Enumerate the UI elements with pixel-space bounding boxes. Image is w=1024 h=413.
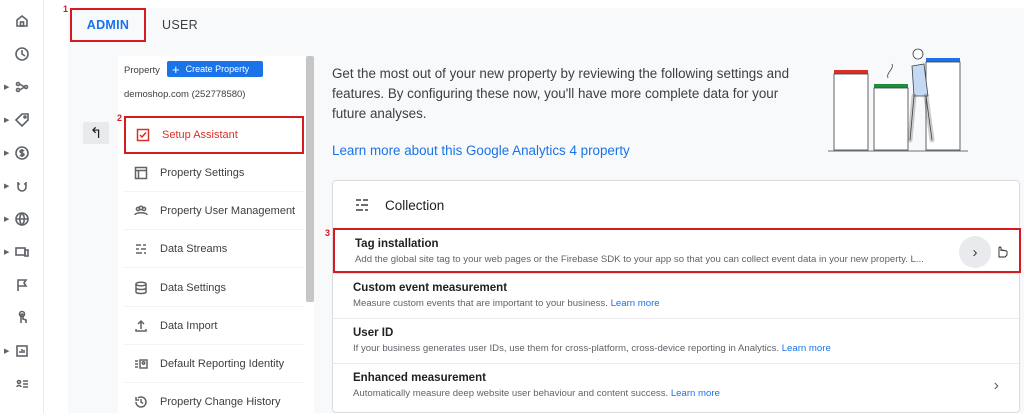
rail-acquisition[interactable]: ▶ <box>0 76 44 98</box>
row-title: User ID <box>353 327 394 339</box>
layout-icon <box>132 164 150 182</box>
main-content: Get the most out of your new property by… <box>314 42 1024 413</box>
learn-more-link[interactable]: Learn more <box>671 388 720 399</box>
nav-item-default-reporting-identity[interactable]: Default Reporting Identity <box>124 345 304 383</box>
row-title: Enhanced measurement <box>353 372 486 384</box>
rail-events[interactable] <box>0 274 44 296</box>
collection-title: Collection <box>385 197 445 213</box>
devices-icon <box>14 244 30 260</box>
rail-demographics[interactable]: ▶ <box>0 208 44 230</box>
tab-admin[interactable]: ADMIN <box>70 8 146 42</box>
tag-icon <box>14 112 30 128</box>
property-id: demoshop.com (252778580) <box>124 89 246 100</box>
share-icon <box>14 79 30 95</box>
annotation-marker-3: 3 <box>325 228 331 238</box>
rail-engagement[interactable]: ▶ <box>0 109 44 131</box>
collection-header: Collection <box>333 181 1021 229</box>
nav-item-label: Data Streams <box>160 242 228 255</box>
property-nav-panel: Property + Create Property demoshop.com … <box>118 56 314 413</box>
nav-item-property-user-management[interactable]: Property User Management <box>124 192 304 230</box>
nav-item-label: Data Import <box>160 319 218 332</box>
nav-scrollbar[interactable] <box>306 56 314 302</box>
rail-library[interactable]: ▶ <box>0 340 44 362</box>
chevron-right-icon[interactable]: › <box>959 236 991 268</box>
row-description: If your business generates user IDs, use… <box>353 343 831 354</box>
expand-caret-icon: ▶ <box>4 84 10 91</box>
annotation-marker-1: 1 <box>63 4 69 14</box>
rail-monetization[interactable]: ▶ <box>0 142 44 164</box>
rail-home[interactable] <box>0 10 44 32</box>
chevron-right-icon[interactable]: › <box>994 377 999 395</box>
dollar-icon <box>14 145 30 161</box>
magnet-icon <box>14 178 30 194</box>
database-icon <box>132 279 150 297</box>
row-custom-event-measurement[interactable]: Custom event measurement Measure custom … <box>333 273 1021 318</box>
property-label: Property <box>124 65 160 76</box>
nav-item-label: Data Settings <box>160 281 227 294</box>
learn-more-link[interactable]: Learn more <box>611 298 660 309</box>
rail-conversions[interactable] <box>0 307 44 329</box>
nav-item-label: Property Change History <box>160 395 281 408</box>
learn-more-property-link[interactable]: Learn more about this Google Analytics 4… <box>332 143 630 158</box>
rail-explore[interactable] <box>0 373 44 395</box>
row-enhanced-measurement[interactable]: Enhanced measurement Automatically measu… <box>333 363 1021 408</box>
rail-realtime[interactable] <box>0 43 44 65</box>
home-icon <box>14 13 30 29</box>
expand-caret-icon: ▶ <box>4 249 10 256</box>
nav-item-label: Property Settings <box>160 166 245 179</box>
upload-icon <box>132 317 150 335</box>
plus-icon: + <box>172 61 180 77</box>
expand-caret-icon: ▶ <box>4 216 10 223</box>
row-description: Automatically measure deep website user … <box>353 388 720 399</box>
back-arrow-icon: ↰ <box>89 125 103 142</box>
globe-icon <box>14 211 30 227</box>
rail-retention[interactable]: ▶ <box>0 175 44 197</box>
row-description: Measure custom events that are important… <box>353 298 660 309</box>
expand-caret-icon: ▶ <box>4 117 10 124</box>
row-title: Custom event measurement <box>353 282 508 294</box>
create-property-button[interactable]: + Create Property <box>167 61 263 77</box>
streams-icon <box>132 240 150 258</box>
nav-item-data-import[interactable]: Data Import <box>124 307 304 345</box>
nav-item-label: Property User Management <box>160 204 296 217</box>
back-button[interactable]: ↰ <box>83 122 109 144</box>
annotation-marker-2: 2 <box>117 113 123 123</box>
history-icon <box>132 393 150 411</box>
hand-cursor-icon <box>998 246 1008 258</box>
row-description: Add the global site tag to your web page… <box>355 254 924 265</box>
top-tab-bar: ADMIN USER <box>68 8 1024 42</box>
row-title: Tag installation <box>355 238 439 250</box>
expand-caret-icon: ▶ <box>4 150 10 157</box>
reports-icon <box>14 343 30 359</box>
identity-icon <box>132 355 150 373</box>
setup-illustration <box>828 48 968 152</box>
nav-item-data-streams[interactable]: Data Streams <box>124 230 304 268</box>
flag-icon <box>14 277 30 293</box>
rail-tech[interactable]: ▶ <box>0 241 44 263</box>
checklist-icon <box>134 126 152 144</box>
row-user-id[interactable]: User ID If your business generates user … <box>333 318 1021 363</box>
expand-caret-icon: ▶ <box>4 348 10 355</box>
left-nav-rail: ▶ ▶ ▶ ▶ ▶ ▶ ▶ <box>0 0 44 413</box>
nav-item-label: Default Reporting Identity <box>160 357 285 370</box>
nav-item-property-settings[interactable]: Property Settings <box>124 154 304 192</box>
row-tag-installation[interactable]: Tag installation Add the global site tag… <box>333 228 1021 273</box>
collection-card: Collection Tag installation Add the glob… <box>332 180 1021 413</box>
learn-more-link[interactable]: Learn more <box>782 343 831 354</box>
clock-icon <box>14 46 30 62</box>
nav-item-setup-assistant[interactable]: Setup Assistant <box>124 116 304 154</box>
touch-icon <box>14 310 30 326</box>
list-icon <box>14 376 30 392</box>
nav-item-label: Setup Assistant <box>162 129 238 141</box>
intro-text: Get the most out of your new property by… <box>332 66 790 121</box>
expand-caret-icon: ▶ <box>4 183 10 190</box>
create-property-label: Create Property <box>185 64 250 74</box>
collection-icon <box>353 196 371 214</box>
nav-item-data-settings[interactable]: Data Settings <box>124 269 304 307</box>
people-icon <box>132 202 150 220</box>
nav-item-property-change-history[interactable]: Property Change History <box>124 383 304 413</box>
tab-user[interactable]: USER <box>150 8 210 42</box>
